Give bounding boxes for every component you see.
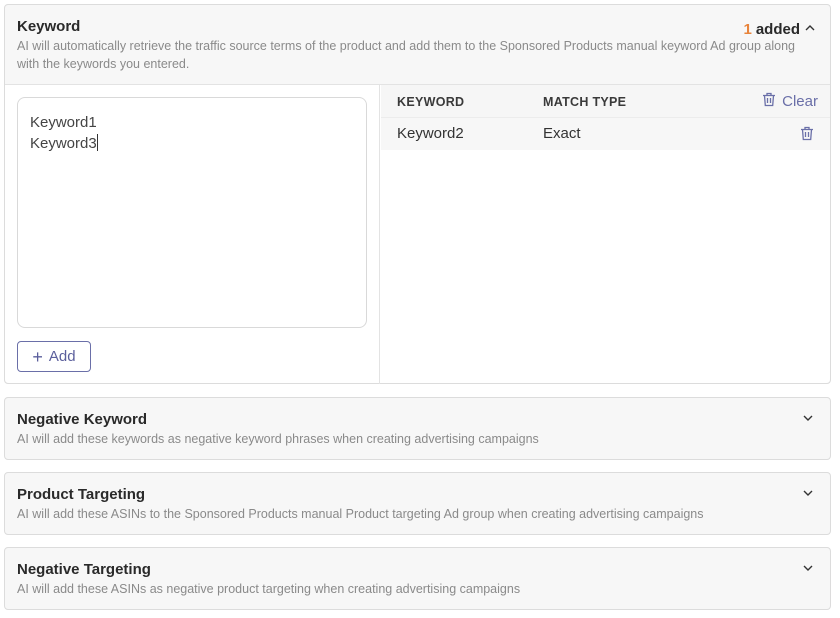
keyword-input-area: Keyword1 Keyword3 + Add (5, 85, 380, 384)
keyword-panel: Keyword AI will automatically retrieve t… (4, 4, 831, 384)
keyword-panel-header[interactable]: Keyword AI will automatically retrieve t… (5, 5, 830, 73)
product-targeting-panel[interactable]: Product Targeting AI will add these ASIN… (4, 472, 831, 535)
negative-keyword-panel[interactable]: Negative Keyword AI will add these keywo… (4, 397, 831, 460)
keyword-description: AI will automatically retrieve the traff… (17, 39, 795, 71)
keyword-table: KEYWORD MATCH TYPE Clear Keyword2 Exact (381, 85, 830, 384)
clear-button[interactable]: Clear (762, 92, 818, 111)
textarea-line: Keyword3 (30, 135, 97, 152)
clear-label: Clear (782, 93, 818, 110)
negative-keyword-title: Negative Keyword (17, 411, 148, 428)
column-keyword: KEYWORD (397, 95, 465, 109)
negative-keyword-header[interactable]: Negative Keyword AI will add these keywo… (5, 398, 830, 448)
chevron-down-icon[interactable] (802, 487, 816, 501)
negative-keyword-description: AI will add these keywords as negative k… (17, 432, 539, 446)
add-button[interactable]: + Add (17, 341, 91, 372)
chevron-down-icon[interactable] (802, 412, 816, 426)
negative-targeting-description: AI will add these ASINs as negative prod… (17, 582, 521, 596)
chevron-up-icon[interactable] (804, 21, 816, 39)
added-count: 1 (743, 21, 752, 38)
negative-targeting-header[interactable]: Negative Targeting AI will add these ASI… (5, 548, 830, 598)
text-caret (96, 134, 98, 151)
added-count-toggle[interactable]: 1 added (743, 21, 816, 39)
product-targeting-description: AI will add these ASINs to the Sponsored… (17, 507, 704, 521)
plus-icon: + (32, 346, 43, 367)
negative-targeting-panel[interactable]: Negative Targeting AI will add these ASI… (4, 547, 831, 610)
column-match-type: MATCH TYPE (543, 95, 627, 109)
trash-icon[interactable] (800, 126, 814, 146)
add-button-label: Add (48, 348, 76, 365)
row-match-type: Exact (543, 125, 581, 142)
row-keyword: Keyword2 (397, 125, 464, 142)
product-targeting-header[interactable]: Product Targeting AI will add these ASIN… (5, 473, 830, 523)
table-header: KEYWORD MATCH TYPE Clear (381, 85, 830, 118)
added-label: added (755, 21, 800, 38)
product-targeting-title: Product Targeting (17, 486, 146, 503)
chevron-down-icon[interactable] (802, 562, 816, 576)
keyword-title: Keyword (17, 18, 81, 35)
negative-targeting-title: Negative Targeting (17, 561, 151, 578)
trash-icon (762, 92, 776, 111)
keyword-body: Keyword1 Keyword3 + Add KEYWORD MATCH TY… (5, 84, 830, 384)
textarea-line: Keyword1 (30, 114, 97, 131)
textarea-line-with-caret: Keyword3 (30, 133, 354, 154)
table-row: Keyword2 Exact (381, 118, 830, 150)
keyword-textarea[interactable]: Keyword1 Keyword3 (17, 97, 367, 328)
